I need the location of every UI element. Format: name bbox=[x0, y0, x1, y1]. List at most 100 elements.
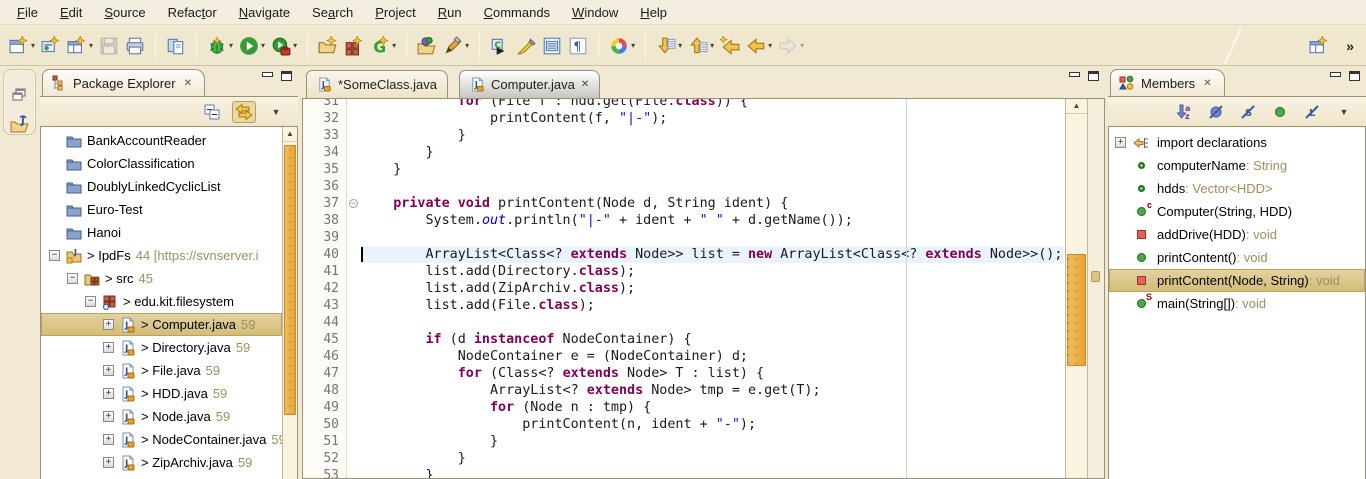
back-button[interactable]: ▾ bbox=[743, 32, 775, 60]
menu-navigate[interactable]: Navigate bbox=[228, 2, 301, 23]
tree-expander-icon[interactable]: + bbox=[1115, 137, 1126, 148]
previous-annotation-button[interactable]: ▾ bbox=[685, 32, 717, 60]
minimize-button[interactable] bbox=[1330, 72, 1341, 81]
tree-item--file-java[interactable]: +> File.java59 bbox=[41, 359, 282, 382]
java-perspective-icon[interactable] bbox=[10, 114, 30, 137]
tree-expander-icon[interactable]: + bbox=[103, 388, 114, 399]
hide-fields-button[interactable] bbox=[1204, 101, 1228, 123]
view-menu-button[interactable]: ▼ bbox=[264, 101, 288, 123]
show-public-members-button[interactable] bbox=[1268, 101, 1292, 123]
mark-occurrences-button[interactable]: ▾ bbox=[440, 32, 472, 60]
tree-item--edu-kit-filesystem[interactable]: −> edu.kit.filesystem bbox=[41, 290, 282, 313]
tree-item--ipdfs[interactable]: −> IpdFs44 [https://svnserver.i bbox=[41, 244, 282, 267]
tree-expander-icon[interactable]: + bbox=[103, 342, 114, 353]
menu-refactor[interactable]: Refactor bbox=[157, 2, 228, 23]
dropdown-arrow-icon[interactable]: ▾ bbox=[768, 41, 772, 50]
tree-expander-icon[interactable]: + bbox=[103, 411, 114, 422]
member-item-printcontent-node-string-[interactable]: printContent(Node, String) : void bbox=[1109, 269, 1365, 292]
dropdown-arrow-icon[interactable]: ▾ bbox=[678, 41, 682, 50]
new-view-button[interactable]: ▾ bbox=[64, 32, 96, 60]
dropdown-arrow-icon[interactable]: ▾ bbox=[229, 41, 233, 50]
tree-expander-icon[interactable]: + bbox=[103, 457, 114, 468]
tree-item--ziparchiv-java[interactable]: +> ZipArchiv.java59 bbox=[41, 451, 282, 474]
dropdown-arrow-icon[interactable]: ▾ bbox=[392, 41, 396, 50]
view-menu-button[interactable]: ▼ bbox=[1332, 101, 1356, 123]
tree-item-colorclassification[interactable]: +ColorClassification bbox=[41, 152, 282, 175]
last-edit-location-button[interactable] bbox=[717, 32, 743, 60]
tree-expander-icon[interactable]: − bbox=[85, 296, 96, 307]
hide-static-members-button[interactable] bbox=[1236, 101, 1260, 123]
editor-scrollbar[interactable]: ▲ bbox=[1065, 99, 1087, 478]
tree-expander-icon[interactable]: − bbox=[49, 250, 60, 261]
member-item-printcontent-[interactable]: printContent() : void bbox=[1109, 246, 1365, 269]
menu-file[interactable]: File bbox=[6, 2, 49, 23]
hide-local-types-button[interactable] bbox=[1300, 101, 1324, 123]
menu-commands[interactable]: Commands bbox=[473, 2, 561, 23]
dropdown-arrow-icon[interactable]: ▾ bbox=[631, 41, 635, 50]
tree-item-doublylinkedcycliclist[interactable]: +DoublyLinkedCyclicList bbox=[41, 175, 282, 198]
scroll-up-arrow[interactable]: ▲ bbox=[283, 127, 297, 142]
color-palette-button[interactable]: ▾ bbox=[606, 32, 638, 60]
new-wizard-button[interactable]: ▾ bbox=[6, 32, 38, 60]
editor-tab-computer-java[interactable]: Computer.java✕ bbox=[459, 70, 600, 98]
scrollbar-thumb[interactable] bbox=[284, 145, 296, 415]
run-external-tools-button[interactable]: ▾ bbox=[268, 32, 300, 60]
menu-edit[interactable]: Edit bbox=[49, 2, 93, 23]
tree-item-euro-test[interactable]: +Euro-Test bbox=[41, 198, 282, 221]
editor-tab--someclass-java[interactable]: *SomeClass.java bbox=[306, 70, 448, 98]
tree-item--node-java[interactable]: +> Node.java59 bbox=[41, 405, 282, 428]
restore-panes-icon[interactable] bbox=[11, 85, 29, 106]
tree-item-hanoi[interactable]: +Hanoi bbox=[41, 221, 282, 244]
maximize-button[interactable] bbox=[1349, 71, 1360, 81]
member-item-hdds[interactable]: hdds : Vector<HDD> bbox=[1109, 177, 1365, 200]
new-view-shortcut-button[interactable] bbox=[1306, 32, 1332, 60]
collapse-all-button[interactable] bbox=[200, 101, 224, 123]
new-groovy-class-button[interactable]: ▾ bbox=[367, 32, 399, 60]
member-item-import-declarations[interactable]: +import declarations bbox=[1109, 131, 1365, 154]
new-package-button[interactable] bbox=[341, 32, 367, 60]
scrollbar-thumb[interactable] bbox=[1067, 254, 1086, 366]
overview-ruler[interactable] bbox=[1087, 99, 1104, 478]
highlighter-button[interactable] bbox=[513, 32, 539, 60]
editor-minimize-button[interactable] bbox=[1069, 72, 1080, 81]
annotation-marker[interactable] bbox=[1091, 271, 1100, 282]
dropdown-arrow-icon[interactable]: ▾ bbox=[31, 41, 35, 50]
tree-item--src[interactable]: −> src45 bbox=[41, 267, 282, 290]
tree-expander-icon[interactable]: − bbox=[67, 273, 78, 284]
scroll-up-arrow[interactable]: ▲ bbox=[1066, 99, 1087, 114]
show-source-blocks-button[interactable] bbox=[539, 32, 565, 60]
compare-button[interactable] bbox=[163, 32, 189, 60]
dropdown-arrow-icon[interactable]: ▾ bbox=[710, 41, 714, 50]
close-icon[interactable]: ✕ bbox=[581, 79, 589, 90]
tree-expander-icon[interactable]: + bbox=[103, 319, 114, 330]
next-annotation-button[interactable]: ▾ bbox=[653, 32, 685, 60]
package-explorer-tab[interactable]: Package Explorer ✕ bbox=[42, 69, 205, 96]
debug-button[interactable]: ▾ bbox=[204, 32, 236, 60]
package-explorer-scrollbar[interactable]: ▲ bbox=[282, 127, 297, 479]
dropdown-arrow-icon[interactable]: ▾ bbox=[800, 41, 804, 50]
menu-run[interactable]: Run bbox=[427, 2, 473, 23]
menu-help[interactable]: Help bbox=[629, 2, 678, 23]
tree-item--directory-java[interactable]: +> Directory.java59 bbox=[41, 336, 282, 359]
close-icon[interactable]: ✕ bbox=[1203, 78, 1211, 89]
dropdown-arrow-icon[interactable]: ▾ bbox=[293, 41, 297, 50]
member-item-main-string-[interactable]: Smain(String[]) : void bbox=[1109, 292, 1365, 315]
fold-collapse-icon[interactable]: − bbox=[349, 199, 358, 208]
members-tab[interactable]: Members ✕ bbox=[1110, 69, 1225, 96]
tree-expander-icon[interactable]: + bbox=[103, 434, 114, 445]
close-icon[interactable]: ✕ bbox=[184, 78, 192, 89]
member-item-computer-string-hdd-[interactable]: cComputer(String, HDD) bbox=[1109, 200, 1365, 223]
menu-search[interactable]: Search bbox=[301, 2, 364, 23]
minimize-button[interactable] bbox=[262, 72, 273, 81]
tree-expander-icon[interactable]: + bbox=[103, 365, 114, 376]
editor-maximize-button[interactable] bbox=[1088, 71, 1099, 81]
new-class-button[interactable] bbox=[38, 32, 64, 60]
link-with-editor-button[interactable] bbox=[232, 101, 256, 123]
tree-item--computer-java[interactable]: +> Computer.java59 bbox=[41, 313, 282, 336]
open-resource-button[interactable] bbox=[414, 32, 440, 60]
run-button[interactable]: ▾ bbox=[236, 32, 268, 60]
print-button[interactable] bbox=[122, 32, 148, 60]
run-last-launched-button[interactable] bbox=[487, 32, 513, 60]
maximize-button[interactable] bbox=[281, 71, 292, 81]
show-whitespace-button[interactable] bbox=[565, 32, 591, 60]
